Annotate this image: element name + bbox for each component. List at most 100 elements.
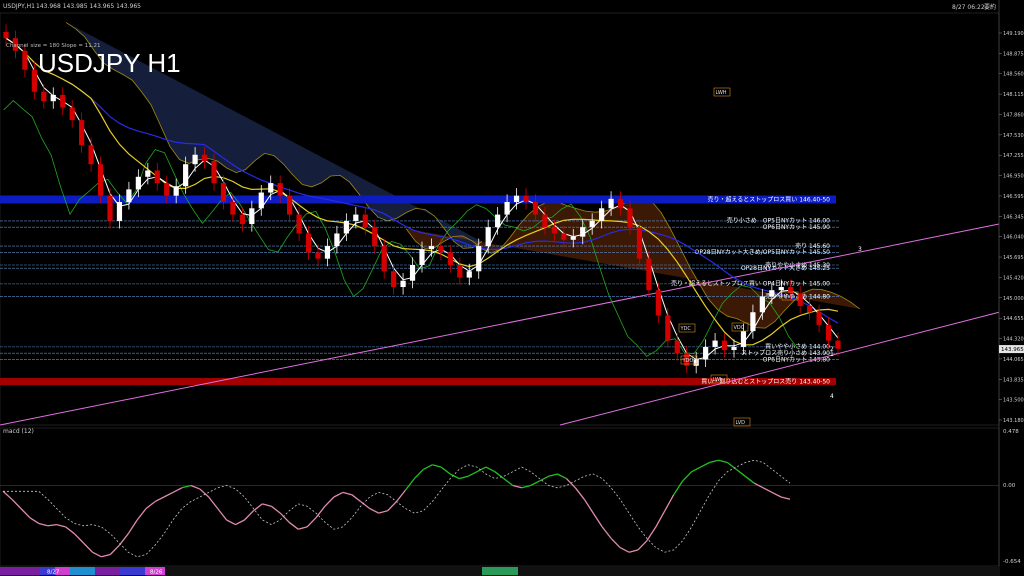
candle-body [305, 233, 312, 253]
window-title: USDJPY,H1 [3, 3, 35, 10]
level-label: OP28日NYカット大きめ 145.25 [741, 264, 830, 272]
box-label: VDC [734, 325, 745, 331]
candle-body [551, 227, 557, 234]
candle-body [485, 227, 491, 247]
macd-axis-top: 0.478 [1003, 429, 1019, 435]
candle-body [88, 145, 94, 165]
window-ohlc: 143.968 143.985 143.965 143.965 [36, 3, 141, 10]
candle-body [740, 331, 747, 347]
candle-body [268, 183, 274, 193]
candle-body [466, 271, 472, 278]
candle-body [116, 201, 123, 221]
bottom-label-8-27: 8/27 [47, 570, 60, 576]
candle-body [617, 198, 624, 209]
price-tick-label: 144.065 [1003, 357, 1024, 363]
price-tick-label: 146.595 [1003, 194, 1024, 200]
candle-body [220, 183, 227, 202]
price-tick-label: 147.255 [1003, 153, 1024, 159]
candle-body [797, 293, 803, 306]
macd-zero-label: 0.00 [1003, 483, 1016, 489]
candle-body [277, 183, 283, 196]
candle-body [230, 201, 236, 215]
candle-body [788, 287, 794, 294]
candle-body [372, 227, 378, 247]
level-label: OP28日NYカット大きめ/OP5日NYカット 145.50 [695, 248, 831, 256]
price-tick-label: 144.655 [1003, 316, 1024, 322]
candle-body [239, 214, 245, 225]
candle-body [41, 91, 47, 102]
chart-canvas: 売り・超えるとストップロス買い 146.40-50売り小さめ OP5日NYカット… [0, 0, 1024, 576]
candle-body [107, 195, 113, 221]
price-tick-label: 143.835 [1003, 377, 1024, 383]
candle-body [201, 154, 208, 162]
candle-body [192, 154, 198, 165]
candle-body [504, 201, 510, 215]
bottom-bar-segment [95, 567, 120, 575]
candle-body [627, 208, 633, 228]
candle-body [173, 186, 179, 196]
candle-body [589, 220, 595, 228]
bottom-label-8-26: 8/26 [150, 570, 163, 576]
candle-body [825, 324, 832, 341]
candle-body [126, 189, 132, 202]
candle-body [22, 50, 28, 70]
candle-body [438, 246, 444, 253]
candle-body [457, 264, 463, 278]
candle-body [60, 94, 66, 108]
macd-panel-frame [0, 427, 1000, 567]
price-tick-label: 145.000 [1003, 296, 1024, 302]
macd-label: macd (12) [3, 428, 34, 435]
box-label: LWL [713, 377, 723, 383]
candle-body [135, 176, 141, 190]
price-tick-label: 148.560 [1003, 72, 1024, 78]
box-label: LVD [736, 420, 746, 426]
candle-body [703, 346, 709, 360]
candle-body [154, 170, 160, 184]
candle-body [391, 271, 397, 288]
bottom-bar-segment [482, 567, 518, 575]
price-tick-label: 148.875 [1003, 51, 1024, 57]
price-tick-label: 143.180 [1003, 418, 1024, 424]
box-label: LWH [716, 90, 727, 96]
candle-body [769, 290, 775, 297]
candle-body [532, 201, 539, 215]
candle-body [164, 183, 170, 196]
price-tick-label: 149.190 [1003, 31, 1024, 37]
candle-body [636, 227, 643, 259]
macd-axis-bottom: -0.654 [1003, 559, 1021, 565]
candle-body [476, 246, 482, 272]
candle-body [145, 170, 151, 177]
candle-body [343, 220, 349, 234]
box-label: HVD [784, 294, 795, 300]
candle-body [513, 195, 520, 202]
candle-body [79, 120, 85, 146]
price-tick-label: 147.860 [1003, 112, 1024, 118]
candle-body [712, 340, 718, 347]
current-price-label: 143.965 [1001, 347, 1024, 353]
candle-body [31, 69, 37, 92]
candle-body [674, 340, 680, 354]
candle-body [721, 340, 728, 351]
candle-body [409, 264, 416, 281]
candle-body [183, 164, 189, 187]
candle-body [362, 214, 368, 228]
candle-body [665, 315, 671, 341]
candle-body [69, 107, 75, 121]
candle-body [807, 305, 813, 313]
candle-body [447, 252, 453, 265]
candle-body [381, 246, 387, 272]
candle-body [778, 287, 784, 291]
box-label: YDO [682, 358, 694, 364]
level-label: OP6日NYカット 143.80 [763, 356, 830, 363]
candle-body [646, 258, 652, 291]
price-tick-label: 147.530 [1003, 133, 1024, 139]
window-extra: 要約 [984, 3, 996, 11]
macd-panel[interactable] [0, 427, 1000, 567]
level-label: OP6日NYカット 145.90 [763, 224, 830, 231]
candle-body [334, 233, 340, 247]
candle-body [400, 280, 406, 288]
price-tick-label: 148.115 [1003, 92, 1024, 98]
price-tick-label: 146.345 [1003, 214, 1024, 220]
bottom-bar-segment [0, 567, 40, 575]
candle-body [211, 161, 217, 184]
